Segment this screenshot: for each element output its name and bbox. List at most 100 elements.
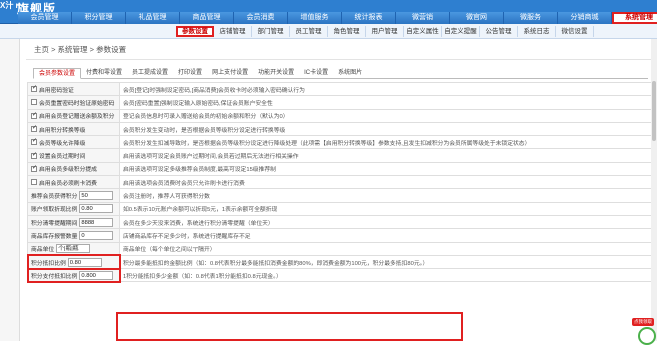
left-panel (0, 39, 20, 341)
setting-label-cell: 商品库存报警数量 0 (27, 228, 120, 243)
sub-nav-item[interactable]: 角色管理 (328, 26, 366, 37)
settings-row: 账户领取折现比例 0.80 如0.5表示10元账户余额可以折现5元，1表示余额可全额… (27, 201, 652, 216)
setting-description: 会员注册时，推荐人可获得积分数 (119, 188, 652, 203)
setting-label-cell: 会员等级允许降级 (27, 135, 120, 150)
setting-input[interactable]: 0.800 (79, 270, 114, 280)
setting-label-cell: 设置会员过期时间 (27, 148, 120, 163)
main-nav-item[interactable]: 微营销 (396, 12, 450, 24)
setting-label: 会员重置密码时验证原始密码 (39, 100, 115, 107)
sub-nav-item[interactable]: 自定义属性 (404, 26, 442, 37)
sub-nav-bar: 参数设置 店铺管理 部门管理 员工管理 角色管理 用户管理 自定义属性 自定义提醒 公告管理 系统… (0, 24, 657, 39)
setting-label: 积分清零提醒期间 (31, 220, 78, 227)
chat-float-icon[interactable] (638, 327, 656, 345)
setting-label: 设置会员过期时间 (39, 154, 86, 161)
setting-description: 商品单位（每个单位之间以"|"隔开） (119, 241, 652, 256)
main-nav-item[interactable]: 微官网 (450, 12, 504, 24)
setting-input[interactable]: 0 (79, 230, 114, 240)
setting-label-cell: 启用密码验证 (27, 81, 120, 97)
setting-label: 商品单位 (31, 247, 55, 254)
settings-tabs: 会员参数设置 付费和零设置 员工提成设置 打印设置 网上支付设置 功能开关设置 IC卡设置系… (33, 68, 648, 79)
settings-row: 启用会员必须刷卡消费 启用该选项会员消费时会员只允许刷卡进行消费 (27, 175, 652, 190)
setting-input[interactable]: 8888 (79, 217, 114, 227)
setting-checkbox[interactable] (31, 137, 37, 146)
settings-tab[interactable]: IC卡设置 (299, 68, 333, 79)
settings-tab[interactable]: 付费和零设置 (81, 68, 127, 79)
settings-tab[interactable]: 会员参数设置 (33, 68, 82, 79)
settings-row: 会员等级允许降级 会员积分发生扣减导致时，是否根据会员等级积分设定进行降级处理（此… (27, 135, 652, 150)
settings-row: 启用会员登记赠送余额及积分登记会员信息时可录入赠送给会员的初始余额和积分（默认为… (27, 108, 652, 123)
sub-nav-item[interactable]: 参数设置 (176, 26, 214, 37)
sub-nav-item[interactable]: 部门管理 (252, 26, 290, 37)
settings-row: 会员重置密码时验证原始密码 会员[密码重置]强制设定输入原始密码,保证会员账户安全… (27, 95, 652, 110)
setting-input[interactable]: 0.80 (67, 257, 102, 267)
setting-label: 推荐会员获得积分 (31, 194, 78, 201)
setting-description: 会员[登记]时强制设定密码,[商品消费]会员收卡时必须输入密码确认行为 (119, 81, 652, 97)
setting-label: 启用会员登记赠送余额及积分 (39, 114, 115, 121)
setting-description: 会员在多少天没来消费，系统进行积分清零提醒（单位天） (119, 214, 652, 230)
settings-tab[interactable]: 系统图片 (333, 68, 367, 79)
settings-row: 积分抵扣比例 0.80 积分最多能抵扣的金额比例（如：0.8代表积分最多能抵扣消费金… (26, 254, 652, 270)
setting-label-cell: 会员重置密码时验证原始密码 (27, 95, 120, 110)
sub-nav-item[interactable]: 店铺管理 (214, 26, 252, 37)
settings-row: 积分清零提醒期间 8888 会员在多少天没来消费，系统进行积分清零提醒（单位天） (27, 214, 652, 230)
setting-checkbox[interactable] (31, 179, 37, 186)
settings-form: 启用密码验证 会员[登记]时强制设定密码,[商品消费]会员收卡时必须输入密码确认行… (26, 81, 652, 283)
settings-row: 商品库存报警数量 0 店铺商品库存不足多少时，系统进行提醒库存不足 (27, 228, 652, 243)
setting-checkbox[interactable] (31, 151, 37, 159)
main-nav-item[interactable]: 礼品管理 (126, 12, 180, 24)
sub-nav-item[interactable]: 公告管理 (480, 26, 518, 37)
scrollbar-thumb[interactable] (652, 81, 656, 141)
setting-label-cell: 账户领取折现比例 0.80 (27, 201, 120, 216)
main-nav-item[interactable]: 积分管理 (72, 12, 126, 24)
vertical-scrollbar[interactable] (651, 39, 657, 341)
settings-row: 推荐会员获得积分 50 会员注册时，推荐人可获得积分数 (27, 188, 652, 203)
breadcrumb: 主页 > 系统管理 > 参数设置 (34, 45, 127, 54)
main-nav-item[interactable]: 会员管理 (18, 12, 72, 24)
sub-nav-item[interactable]: 用户管理 (366, 26, 404, 37)
settings-row: 启用密码验证 会员[登记]时强制设定密码,[商品消费]会员收卡时必须输入密码确认行… (27, 81, 652, 97)
settings-row: 商品单位 个|瓶|瓶 商品单位（每个单位之间以"|"隔开） (27, 241, 652, 256)
settings-tab[interactable]: 功能开关设置 (253, 68, 299, 79)
setting-description: 如0.5表示10元账户余额可以折现5元，1表示余额可全额折现 (119, 201, 652, 216)
setting-checkbox[interactable] (31, 111, 37, 119)
settings-tab[interactable]: 员工提成设置 (127, 68, 173, 79)
setting-label: 积分支付抵扣比例 (31, 273, 78, 280)
main-nav-item[interactable]: 增值服务 (288, 12, 342, 24)
setting-label-cell: 启用会员登记赠送余额及积分 (27, 108, 120, 123)
setting-description: 会员[密码重置]强制设定输入原始密码,保证会员账户安全性 (119, 95, 652, 110)
main-nav-item[interactable]: 系统管理 (612, 12, 657, 24)
main-nav-item[interactable]: 分销商城 (558, 12, 612, 24)
setting-input[interactable]: 50 (79, 191, 114, 201)
setting-input[interactable]: 0.80 (79, 204, 114, 214)
settings-tab[interactable]: 打印设置 (173, 68, 207, 79)
main-nav-item[interactable]: 商品管理 (180, 12, 234, 24)
setting-checkbox[interactable] (31, 124, 37, 133)
setting-description: 启用该选项可设定多级推荐会员制度,最高可设定15级推荐制 (119, 161, 652, 177)
setting-checkbox[interactable] (31, 164, 37, 172)
setting-description: 会员积分发生扣减导致时，是否根据会员等级积分设定进行降级处理（此项需【启用积分转… (119, 135, 652, 150)
setting-description: 店铺商品库存不足多少时，系统进行提醒库存不足 (119, 228, 652, 243)
setting-label-cell: 积分清零提醒期间 8888 (27, 214, 120, 230)
settings-row: 积分支付抵扣比例 0.800 1积分能抵扣多少金额（如：0.8代表1积分能抵扣0.8… (26, 267, 652, 283)
setting-description: 会员积分发生变动时，是否根据会员等级积分设定进行转换等级 (119, 121, 652, 137)
sub-nav-item[interactable]: 系统日志 (518, 26, 556, 37)
promo-badge[interactable]: 点我领取 (632, 318, 654, 326)
setting-input[interactable]: 个|瓶|瓶 (56, 244, 91, 254)
setting-label: 账户领取折现比例 (31, 207, 78, 214)
settings-row: 启用积分转换等级 会员积分发生变动时，是否根据会员等级积分设定进行转换等级 (27, 121, 652, 137)
sub-nav-item[interactable]: 微信设置 (556, 26, 594, 37)
sub-nav: 参数设置 店铺管理 部门管理 员工管理 角色管理 用户管理 自定义属性 自定义提醒 公告管理 系统… (176, 26, 594, 37)
settings-tab[interactable]: 网上支付设置 (207, 68, 253, 79)
sub-nav-item[interactable]: 员工管理 (290, 26, 328, 37)
setting-description: 1积分能抵扣多少金额（如：0.8代表1积分能抵扣0.8元现金。） (119, 268, 652, 283)
main-nav-item[interactable]: 微服务 (504, 12, 558, 24)
setting-label: 启用密码验证 (39, 87, 74, 94)
main-nav-item[interactable]: 会员消费 (234, 12, 288, 24)
setting-checkbox[interactable] (31, 84, 37, 93)
setting-description: 启用该选项可设定会员账户过期时间,会员若过期后无法进行相关操作 (119, 148, 652, 163)
main-nav-item[interactable]: 统计报表 (342, 12, 396, 24)
setting-checkbox[interactable] (31, 99, 37, 106)
sub-nav-item[interactable]: 自定义提醒 (442, 26, 480, 37)
setting-description: 启用该选项会员消费时会员只允许刷卡进行消费 (119, 175, 652, 190)
setting-label-cell: 积分抵扣比例 0.80 (26, 254, 121, 270)
